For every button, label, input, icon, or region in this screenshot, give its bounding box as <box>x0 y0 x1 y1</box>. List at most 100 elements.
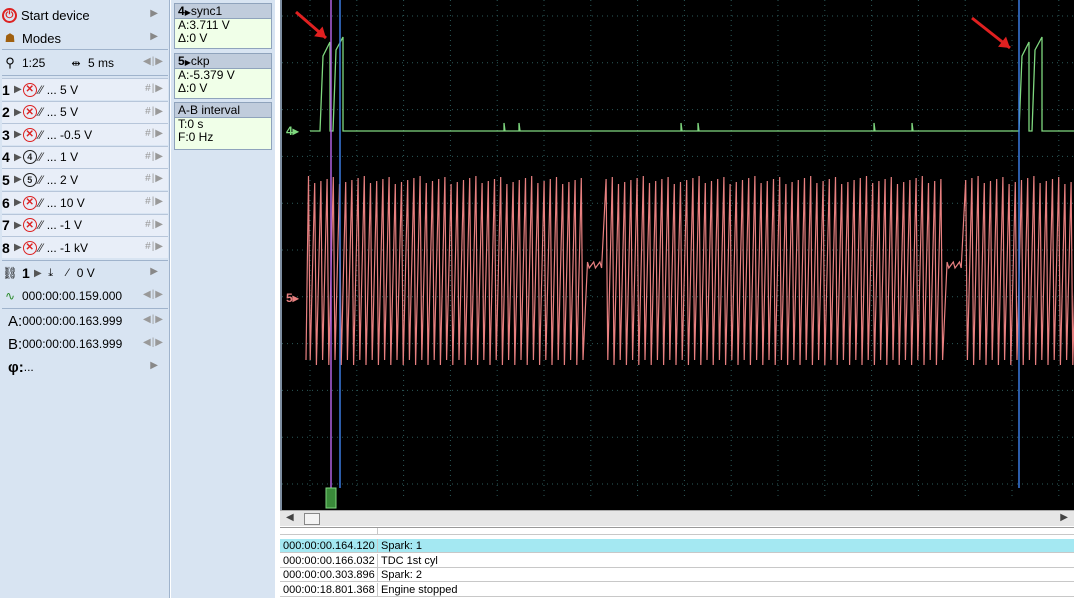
stepper-arrows-icon[interactable]: #|▶ <box>145 219 164 230</box>
ch4-measure-header[interactable]: 4▶sync1 <box>174 3 272 19</box>
stepper-arrows-icon[interactable]: #|▶ <box>145 151 164 162</box>
channel-disabled-icon[interactable]: ✕ <box>22 82 37 97</box>
zoom-icon[interactable]: ⚲ <box>2 55 18 71</box>
channel-scale[interactable]: ... -1 kV <box>47 241 88 255</box>
stepper-arrows-icon[interactable]: ◀|▶ <box>143 56 164 67</box>
start-device-label: Start device <box>21 7 90 23</box>
stepper-arrows-icon[interactable]: ◀|▶ <box>143 314 164 325</box>
channel-scale[interactable]: ... -0.5 V <box>47 128 92 142</box>
ch5-number: 5 <box>178 54 185 68</box>
channel-scale[interactable]: ... 5 V <box>47 83 78 97</box>
stepper-arrows-icon[interactable]: #|▶ <box>145 128 164 139</box>
channel-enabled-icon[interactable]: 4 <box>22 150 37 165</box>
cursor-a-time: 000:00:00.163.999 <box>22 314 123 328</box>
probe-icon[interactable]: ⁄⁄ <box>39 128 43 142</box>
ab-interval-header[interactable]: A-B interval <box>174 102 272 118</box>
waveform-canvas[interactable]: 4▸ 5▸ <box>282 0 1074 510</box>
stepper-arrows-icon[interactable]: #|▶ <box>145 241 164 252</box>
chevron-right-icon: ▶ <box>150 360 158 371</box>
channel-disabled-icon[interactable]: ✕ <box>22 218 37 233</box>
ch4-delta-value: Δ:0 V <box>178 31 208 45</box>
event-time: 000:00:00.303.896 <box>280 568 378 581</box>
channel-row-3[interactable]: 3 ▶ ✕ ⁄⁄ ... -0.5 V #|▶ <box>2 123 168 146</box>
channel-row-7[interactable]: 7 ▶ ✕ ⁄⁄ ... -1 V #|▶ <box>2 213 168 236</box>
scroll-left-icon[interactable]: ◀ <box>286 512 294 523</box>
ab-interval-title: A-B interval <box>178 103 241 117</box>
event-row[interactable]: 000:00:00.164.120 Spark: 1 <box>280 539 1074 553</box>
divider <box>2 75 168 76</box>
event-row[interactable]: 000:00:18.801.368 Engine stopped <box>280 582 1074 597</box>
channel-row-4[interactable]: 4 ▶ 4 ⁄⁄... 1 V #|▶ <box>2 145 168 168</box>
channel-number: 2 <box>2 104 10 121</box>
stepper-arrows-icon[interactable]: #|▶ <box>145 106 164 117</box>
channel-disabled-icon[interactable]: ✕ <box>22 195 37 210</box>
phase-label: φ: <box>8 358 24 376</box>
channel-number: 6 <box>2 194 10 211</box>
measurement-panel: 4▶sync1 A:3.711 V Δ:0 V 5▶ckp A:-5.379 V… <box>171 0 275 598</box>
channel-arrow-icon: ▶ <box>34 267 42 279</box>
probe-icon[interactable]: ⁄⁄ <box>39 241 43 255</box>
channel-row-8[interactable]: 8 ▶ ✕ ⁄⁄ ... -1 kV #|▶ <box>2 236 168 259</box>
start-device-button[interactable]: ⏻ Start device ▶ <box>2 4 168 26</box>
cursor-b-label: B: <box>8 335 23 353</box>
oscilloscope-app: ⏻ Start device ▶ ☗ Modes ▶ ⚲ 1:25 ⇹ 5 ms… <box>0 0 1074 598</box>
probe-icon[interactable]: ⁄⁄ <box>39 105 43 119</box>
probe-icon[interactable]: ⁄⁄ <box>39 196 43 210</box>
channel-row-5[interactable]: 5 ▶ 5 ⁄⁄... 2 V #|▶ <box>2 168 168 191</box>
events-list: 000:00:00.164.120 Spark: 1 000:00:00.166.0… <box>280 527 1074 598</box>
ch4-trace <box>310 36 1074 132</box>
cursor-handle <box>325 487 337 509</box>
channel-row-1[interactable]: 1 ▶ ✕ ⁄⁄ ... 5 V #|▶ <box>2 78 168 100</box>
channel-enabled-icon[interactable]: 5 <box>22 172 37 187</box>
ch5-measure-header[interactable]: 5▶ckp <box>174 53 272 69</box>
trigger-edge-icon: ⤓ <box>48 266 54 279</box>
trigger-row[interactable]: ⛓ 1 ▶ ⤓ ⁄ 0 V ▶ <box>2 262 168 284</box>
horizontal-scrollbar[interactable]: ◀ ▶ <box>280 510 1074 526</box>
channel-arrow-icon: ▶ <box>14 219 22 231</box>
event-description: Spark: 1 <box>381 540 422 552</box>
stepper-arrows-icon[interactable]: ◀|▶ <box>143 337 164 348</box>
channel-scale[interactable]: ... -1 V <box>47 218 82 232</box>
cursor-b-row[interactable]: B: 000:00:00.163.999 ◀|▶ <box>2 333 168 355</box>
channel-disabled-icon[interactable]: ✕ <box>22 240 37 255</box>
trigger-icon: ⛓ <box>2 266 18 280</box>
zoom-value[interactable]: 1:25 <box>22 56 68 70</box>
divider <box>2 308 168 309</box>
stepper-arrows-icon[interactable]: #|▶ <box>145 196 164 207</box>
channel-scale[interactable]: ... 1 V <box>47 150 78 164</box>
probe-icon[interactable]: ⁄⁄ <box>39 83 43 97</box>
divider <box>2 260 168 261</box>
channel-disabled-icon[interactable]: ✕ <box>22 105 37 120</box>
channel-scale[interactable]: ... 10 V <box>47 196 85 210</box>
channel-scale[interactable]: ... 2 V <box>47 173 78 187</box>
cursor-b-time: 000:00:00.163.999 <box>22 337 123 351</box>
probe-icon[interactable]: ⁄⁄ <box>39 173 43 187</box>
stepper-arrows-icon[interactable]: #|▶ <box>145 173 164 184</box>
cursor-a-row[interactable]: A: 000:00:00.163.999 ◀|▶ <box>2 310 168 332</box>
waveform-icon: ∿ <box>4 289 16 303</box>
ch5-measure-box: A:-5.379 V Δ:0 V <box>174 69 272 99</box>
probe-icon[interactable]: ⁄⁄ <box>39 150 43 164</box>
channel-disabled-icon[interactable]: ✕ <box>22 127 37 142</box>
channel-row-2[interactable]: 2 ▶ ✕ ⁄⁄ ... 5 V #|▶ <box>2 100 168 123</box>
channel-row-6[interactable]: 6 ▶ ✕ ⁄⁄ ... 10 V #|▶ <box>2 191 168 213</box>
channel-scale[interactable]: ... 5 V <box>47 105 78 119</box>
scrollbar-thumb[interactable] <box>304 513 320 525</box>
oscilloscope-display[interactable]: 4▸ 5▸ <box>280 0 1074 510</box>
stepper-arrows-icon[interactable]: ◀|▶ <box>143 289 164 300</box>
ch4-name: sync1 <box>190 4 223 18</box>
event-row[interactable]: 000:00:00.303.896 Spark: 2 <box>280 568 1074 582</box>
trigger-position-row[interactable]: ∿ 000:00:00.159.000 ◀|▶ <box>2 285 168 307</box>
ch4-trace-label: 4▸ <box>286 124 300 138</box>
phase-row[interactable]: φ: ... ▶ <box>2 356 168 378</box>
modes-menu[interactable]: ☗ Modes ▶ <box>2 27 168 49</box>
event-description: Spark: 2 <box>381 569 422 581</box>
stepper-arrows-icon[interactable]: #|▶ <box>145 83 164 94</box>
channel-arrow-icon: ▶ <box>14 129 22 141</box>
event-description: Engine stopped <box>381 583 458 596</box>
time-div-value[interactable]: 5 ms <box>88 56 114 70</box>
event-row[interactable]: 000:00:00.166.032 TDC 1st cyl <box>280 553 1074 568</box>
scroll-right-icon[interactable]: ▶ <box>1060 512 1068 523</box>
ch4-measure-box: A:3.711 V Δ:0 V <box>174 19 272 49</box>
probe-icon[interactable]: ⁄⁄ <box>39 218 43 232</box>
